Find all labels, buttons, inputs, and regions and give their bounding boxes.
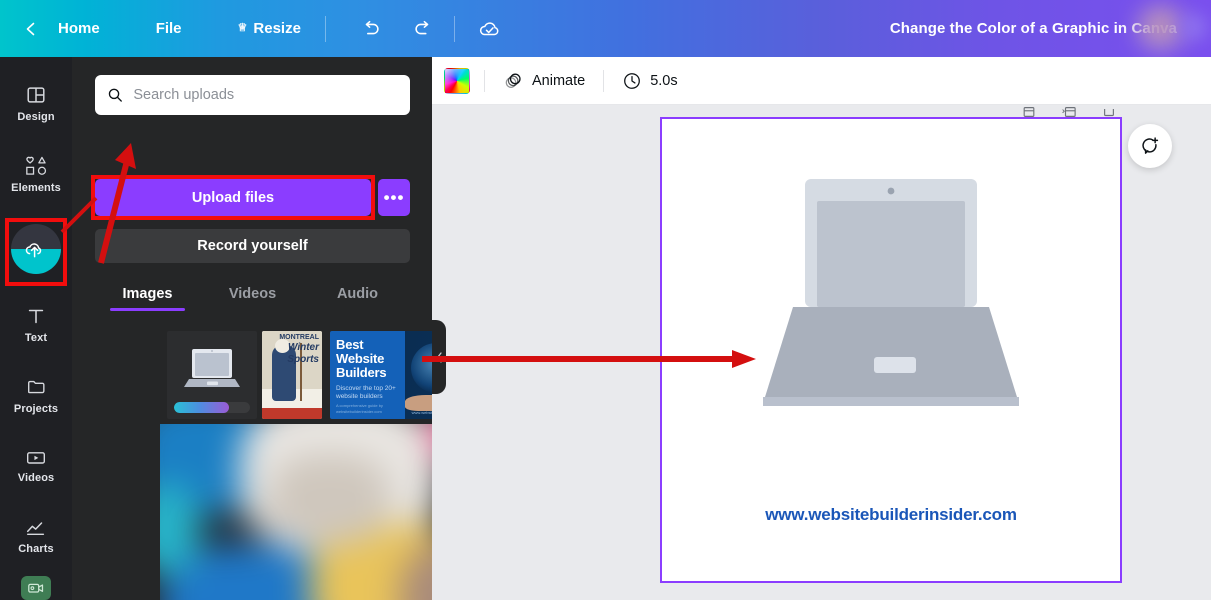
undo-icon (365, 20, 379, 34)
file-menu[interactable]: File (146, 14, 192, 43)
blurred-upload-preview[interactable] (160, 424, 432, 600)
cloud-saved-icon (479, 21, 499, 35)
record-yourself-button[interactable]: Record yourself (95, 229, 410, 263)
line-chart-icon (26, 522, 45, 536)
sidebar-item-projects[interactable]: Projects (0, 366, 72, 424)
sidebar-item-text-label: Text (24, 331, 48, 344)
sidebar-item-text[interactable]: Text (0, 295, 72, 353)
uploads-thumbnail-row: MONTREAL Winter Sports Best Website Buil… (167, 331, 432, 419)
crown-icon: ♕ (237, 22, 248, 34)
toolbar-divider-1 (484, 69, 485, 92)
animate-circles-icon (505, 73, 521, 88)
add-comment-button[interactable] (1128, 124, 1172, 168)
header-divider-2 (453, 15, 455, 42)
top-header-bar: Home File ♕ Resize Change the Color of a… (0, 0, 1211, 57)
tab-images[interactable]: Images (95, 279, 200, 311)
add-comment-icon (1142, 137, 1159, 154)
search-icon (108, 88, 122, 102)
sidebar-item-design[interactable]: Design (0, 75, 72, 133)
website-builders-subtitle: Discover the top 20+ website builders (336, 385, 396, 401)
best-website-builders-thumbnail[interactable]: Best Website Builders Discover the top 2… (330, 331, 432, 419)
uploads-tabs: Images Videos Audio (95, 279, 410, 319)
uploads-panel: Upload files ••• Record yourself Images … (72, 57, 432, 600)
uploads-active-circle[interactable] (11, 224, 61, 275)
folder-icon (27, 380, 45, 393)
poster-line-3: Sports (287, 353, 319, 365)
redo-icon (415, 20, 429, 34)
sidebar-item-videos[interactable]: Videos (0, 437, 72, 495)
upload-actions-row: Upload files ••• (91, 175, 410, 220)
home-label: Home (58, 20, 100, 37)
text-t-icon (28, 309, 44, 323)
cloud-save-status-button[interactable] (473, 12, 507, 46)
sidebar-item-elements[interactable]: Elements (0, 146, 72, 204)
poster-text-block: MONTREAL Winter Sports (279, 334, 319, 365)
poster-bottom-band (262, 408, 322, 419)
page-url-text[interactable]: www.websitebuilderinsider.com (662, 505, 1120, 525)
shapes-icon (26, 157, 47, 176)
animate-label: Animate (532, 72, 586, 89)
sidebar-item-design-label: Design (17, 111, 55, 124)
rainbow-color-swatch[interactable] (444, 67, 470, 94)
header-divider-1 (324, 15, 326, 42)
chevron-left-icon (26, 22, 35, 35)
resize-menu[interactable]: ♕ Resize (228, 14, 311, 43)
laptop-illustration[interactable] (763, 179, 1019, 417)
avatar[interactable] (1119, 0, 1211, 57)
design-page[interactable]: www.websitebuilderinsider.com (660, 117, 1122, 583)
search-uploads-container[interactable] (95, 75, 410, 115)
hand-graphic (405, 395, 432, 411)
undo-button[interactable] (354, 12, 388, 46)
resize-label: Resize (253, 20, 301, 37)
video-play-icon (27, 452, 45, 465)
sidebar-item-uploads[interactable] (0, 217, 72, 286)
design-layout-icon (27, 87, 45, 104)
panel-collapse-handle[interactable] (432, 320, 446, 394)
sidebar-item-charts[interactable]: Charts (0, 508, 72, 566)
animate-button[interactable]: Animate (499, 65, 589, 96)
laptop-graphic-thumbnail[interactable] (167, 331, 257, 419)
poster-line-1: MONTREAL (279, 334, 319, 341)
cloud-upload-icon (25, 243, 42, 258)
home-menu[interactable]: Home (48, 14, 110, 43)
montreal-winter-sports-poster-thumbnail[interactable]: MONTREAL Winter Sports (262, 331, 322, 419)
blurred-image-content (160, 424, 432, 600)
back-button[interactable] (18, 16, 44, 42)
chevron-left-icon (436, 351, 442, 363)
blur-blob-9 (270, 454, 390, 544)
sidebar-item-charts-label: Charts (18, 543, 54, 556)
sidebar-item-videos-label: Videos (17, 472, 55, 485)
network-globe-graphic (411, 343, 432, 393)
canva-editor-window: Home File ♕ Resize Change the Color of a… (0, 0, 1211, 600)
avatar-image (1135, 4, 1187, 54)
camera-record-icon (28, 583, 44, 593)
duration-button[interactable]: 5.0s (618, 66, 681, 96)
toolbar-divider-2 (603, 69, 605, 92)
poster-line-2: Winter (287, 342, 319, 354)
search-input[interactable] (133, 75, 398, 115)
duration-label: 5.0s (650, 72, 678, 89)
website-builders-url: www.websitebuilderinsider.com (411, 410, 432, 415)
editor-toolbar: Animate 5.0s (432, 57, 1211, 105)
tab-audio[interactable]: Audio (305, 279, 410, 302)
sidebar-item-elements-label: Elements (11, 182, 61, 195)
clock-icon (624, 72, 641, 89)
upload-files-button[interactable]: Upload files (95, 179, 371, 216)
poster-artwork: MONTREAL Winter Sports (262, 331, 322, 419)
thumbnail-progress-fill (174, 402, 229, 413)
avatar-secondary-blob (1181, 14, 1207, 40)
file-label: File (155, 20, 182, 37)
tab-videos[interactable]: Videos (200, 279, 305, 302)
website-builders-artwork: Best Website Builders Discover the top 2… (330, 331, 432, 419)
left-tool-rail: Design Elements Text Projects Videos Cha… (0, 57, 72, 600)
sidebar-item-projects-label: Projects (13, 402, 59, 415)
website-builders-fine-print: A comprehensive guide by websitebuilderi… (336, 403, 383, 414)
canvas-area[interactable]: www.websitebuilderinsider.com (432, 105, 1211, 600)
redo-button[interactable] (406, 12, 440, 46)
website-builders-title: Best Website Builders (336, 337, 387, 380)
upload-more-options-button[interactable]: ••• (378, 179, 410, 216)
camera-record-button[interactable] (21, 575, 51, 600)
thumbnail-progress-bar (174, 402, 250, 413)
laptop-mini-icon (184, 349, 240, 387)
